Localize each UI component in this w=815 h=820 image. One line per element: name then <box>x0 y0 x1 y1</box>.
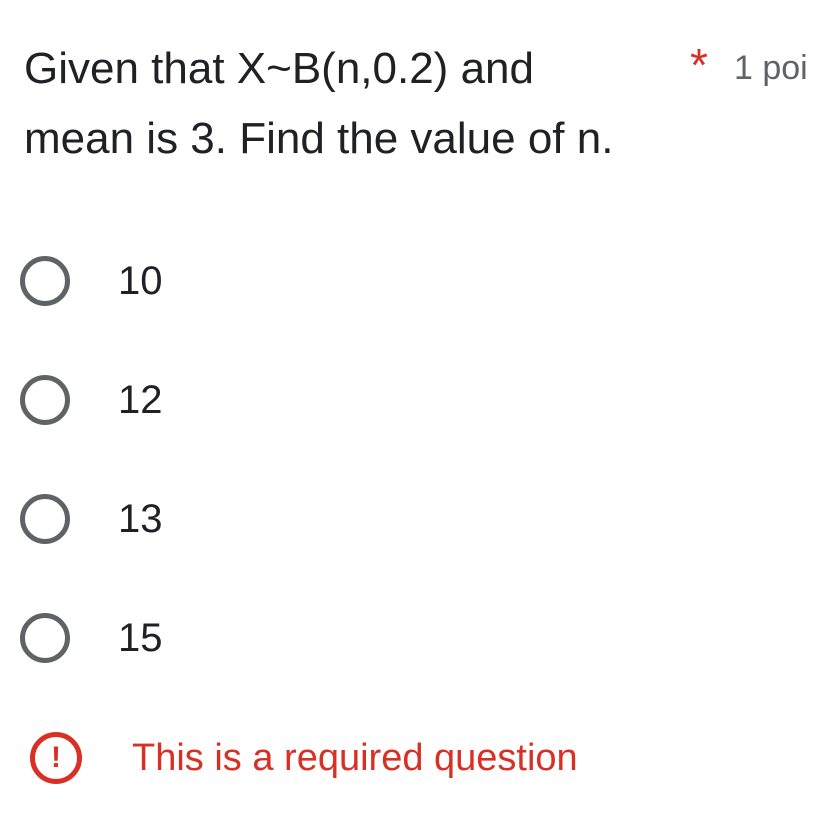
radio-button[interactable] <box>20 494 70 544</box>
radio-button[interactable] <box>20 613 70 663</box>
option-label: 10 <box>118 258 163 303</box>
option-label: 13 <box>118 496 163 541</box>
question-title: Given that X~B(n,0.2) and mean is 3. Fin… <box>24 34 674 174</box>
option-label: 15 <box>118 615 163 660</box>
option-10[interactable]: 10 <box>20 246 163 316</box>
option-12[interactable]: 12 <box>20 365 163 435</box>
question-title-line-1: Given that X~B(n,0.2) and <box>24 44 534 93</box>
required-asterisk-icon: * <box>690 39 708 91</box>
option-15[interactable]: 15 <box>20 603 163 673</box>
radio-button[interactable] <box>20 375 70 425</box>
option-13[interactable]: 13 <box>20 484 163 554</box>
question-title-line-2: mean is 3. Find the value of n. <box>24 114 614 163</box>
required-error-message: ! This is a required question <box>30 730 578 786</box>
question-card: Given that X~B(n,0.2) and mean is 3. Fin… <box>0 0 815 820</box>
error-exclamation-icon: ! <box>30 732 82 784</box>
points-label: 1 poi <box>734 49 808 87</box>
radio-button[interactable] <box>20 256 70 306</box>
error-text: This is a required question <box>132 736 578 779</box>
option-label: 12 <box>118 377 163 422</box>
